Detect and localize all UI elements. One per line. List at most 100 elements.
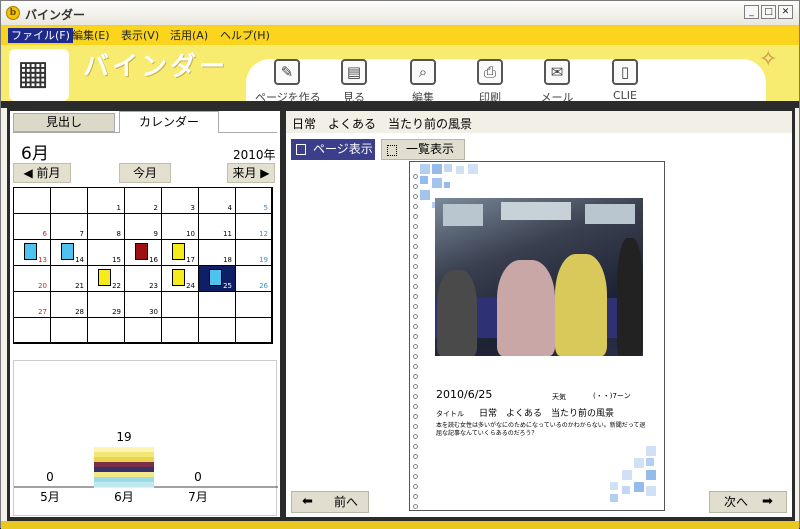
binder-ring [413, 404, 418, 409]
calendar-day-20[interactable]: 20 [14, 266, 51, 292]
calendar-day-17[interactable]: 17 [162, 240, 199, 266]
bar-value-label: 0 [194, 470, 202, 484]
arrow-left-icon: ⬅ [302, 494, 313, 509]
binder-ring [413, 464, 418, 469]
tab-midashi[interactable]: 見出し [13, 113, 115, 132]
calendar-empty-cell [51, 188, 88, 214]
calendar-day-15[interactable]: 15 [88, 240, 125, 266]
calendar-day-27[interactable]: 27 [14, 292, 51, 318]
calendar-day-16[interactable]: 16 [125, 240, 162, 266]
menu-file[interactable]: ファイル(F) [8, 28, 73, 43]
note-book-icon[interactable] [98, 269, 111, 286]
prev-month-label: 前月 [36, 166, 61, 180]
prev-month-button[interactable]: ◀ 前月 [13, 163, 71, 183]
binder-ring [413, 274, 418, 279]
calendar-day-9[interactable]: 9 [125, 214, 162, 240]
day-number: 16 [149, 256, 158, 264]
day-number: 11 [223, 230, 232, 238]
next-month-button[interactable]: 来月 ▶ [227, 163, 275, 183]
decorative-square [622, 486, 630, 494]
decorative-square [622, 470, 632, 480]
menu-help[interactable]: ヘルプ(H) [217, 28, 273, 43]
note-book-icon[interactable] [209, 269, 222, 286]
photo-window [501, 202, 571, 220]
binder-ring [413, 214, 418, 219]
edit-button[interactable]: ⌕ 編集 [391, 59, 455, 107]
calendar-day-18[interactable]: 18 [199, 240, 236, 266]
mail-label: メール [540, 91, 574, 104]
title-bar: b バインダー _ □ ✕ [1, 1, 799, 26]
note-book-icon[interactable] [172, 243, 185, 260]
calendar-day-30[interactable]: 30 [125, 292, 162, 318]
calendar-day-19[interactable]: 19 [236, 240, 272, 266]
maximize-button[interactable]: □ [761, 5, 776, 19]
calendar-day-23[interactable]: 23 [125, 266, 162, 292]
print-button[interactable]: ⎙ 印刷 [458, 59, 522, 107]
day-number: 30 [149, 308, 158, 316]
calendar-day-5[interactable]: 5 [236, 188, 272, 214]
monthly-count-chart: 0 5月 19 6月 0 7月 [13, 360, 278, 516]
calendar-day-26[interactable]: 26 [236, 266, 272, 292]
binder-ring [413, 294, 418, 299]
binder-ring [413, 234, 418, 239]
day-number: 14 [75, 256, 84, 264]
prev-page-button[interactable]: ⬅ 前へ [291, 491, 369, 513]
day-number: 27 [38, 308, 47, 316]
day-number: 24 [186, 282, 195, 290]
calendar-day-11[interactable]: 11 [199, 214, 236, 240]
view-button[interactable]: ▤ 見る [322, 59, 386, 107]
calendar-day-4[interactable]: 4 [199, 188, 236, 214]
note-book-icon[interactable] [172, 269, 185, 286]
tab-calendar[interactable]: カレンダー [119, 111, 219, 133]
menu-edit[interactable]: 編集(E) [69, 28, 113, 43]
menu-view[interactable]: 表示(V) [118, 28, 162, 43]
sparkle-icon[interactable]: ✧ [759, 47, 787, 75]
document-title: 日常 よくある 当たり前の風景 [292, 117, 473, 131]
binder-ring [413, 224, 418, 229]
calendar-day-25[interactable]: 25 [199, 266, 236, 292]
mail-button[interactable]: ✉ メール [525, 59, 589, 107]
arrow-right-icon: ➡ [762, 494, 773, 509]
page-view-button[interactable]: ページ表示 [291, 139, 375, 160]
calendar-day-22[interactable]: 22 [88, 266, 125, 292]
calendar-day-6[interactable]: 6 [14, 214, 51, 240]
calendar-day-24[interactable]: 24 [162, 266, 199, 292]
calendar-day-10[interactable]: 10 [162, 214, 199, 240]
close-button[interactable]: ✕ [778, 5, 793, 19]
this-month-button[interactable]: 今月 [119, 163, 171, 183]
list-view-button[interactable]: 一覧表示 [381, 139, 465, 160]
note-book-icon[interactable] [135, 243, 148, 260]
calendar-day-13[interactable]: 13 [14, 240, 51, 266]
arrow-right-icon: ▶ [260, 166, 270, 180]
binder-ring [413, 454, 418, 459]
calendar-day-7[interactable]: 7 [51, 214, 88, 240]
binder-ring [413, 314, 418, 319]
binder-ring [413, 264, 418, 269]
page-date: 2010/6/25 [436, 388, 493, 401]
note-book-icon[interactable] [24, 243, 37, 260]
binder-ring [413, 334, 418, 339]
binder-ring [413, 384, 418, 389]
binder-logo-icon: ▦ [17, 53, 50, 93]
window-title: バインダー [25, 8, 86, 22]
decorative-square [610, 494, 618, 502]
create-page-button[interactable]: ✎ ページを作る [255, 59, 321, 107]
this-month-label: 今月 [132, 166, 157, 180]
next-page-button[interactable]: 次へ ➡ [709, 491, 787, 513]
calendar-day-8[interactable]: 8 [88, 214, 125, 240]
calendar-day-29[interactable]: 29 [88, 292, 125, 318]
calendar-day-3[interactable]: 3 [162, 188, 199, 214]
day-number: 8 [116, 230, 121, 238]
menu-utilize[interactable]: 活用(A) [167, 28, 211, 43]
note-book-icon[interactable] [61, 243, 74, 260]
app-icon: b [6, 6, 20, 20]
minimize-button[interactable]: _ [744, 5, 759, 19]
calendar-day-2[interactable]: 2 [125, 188, 162, 214]
calendar-day-12[interactable]: 12 [236, 214, 272, 240]
clie-button[interactable]: ▯ CLIE [593, 59, 657, 107]
binder-ring [413, 194, 418, 199]
calendar-day-28[interactable]: 28 [51, 292, 88, 318]
calendar-day-21[interactable]: 21 [51, 266, 88, 292]
calendar-day-14[interactable]: 14 [51, 240, 88, 266]
calendar-day-1[interactable]: 1 [88, 188, 125, 214]
